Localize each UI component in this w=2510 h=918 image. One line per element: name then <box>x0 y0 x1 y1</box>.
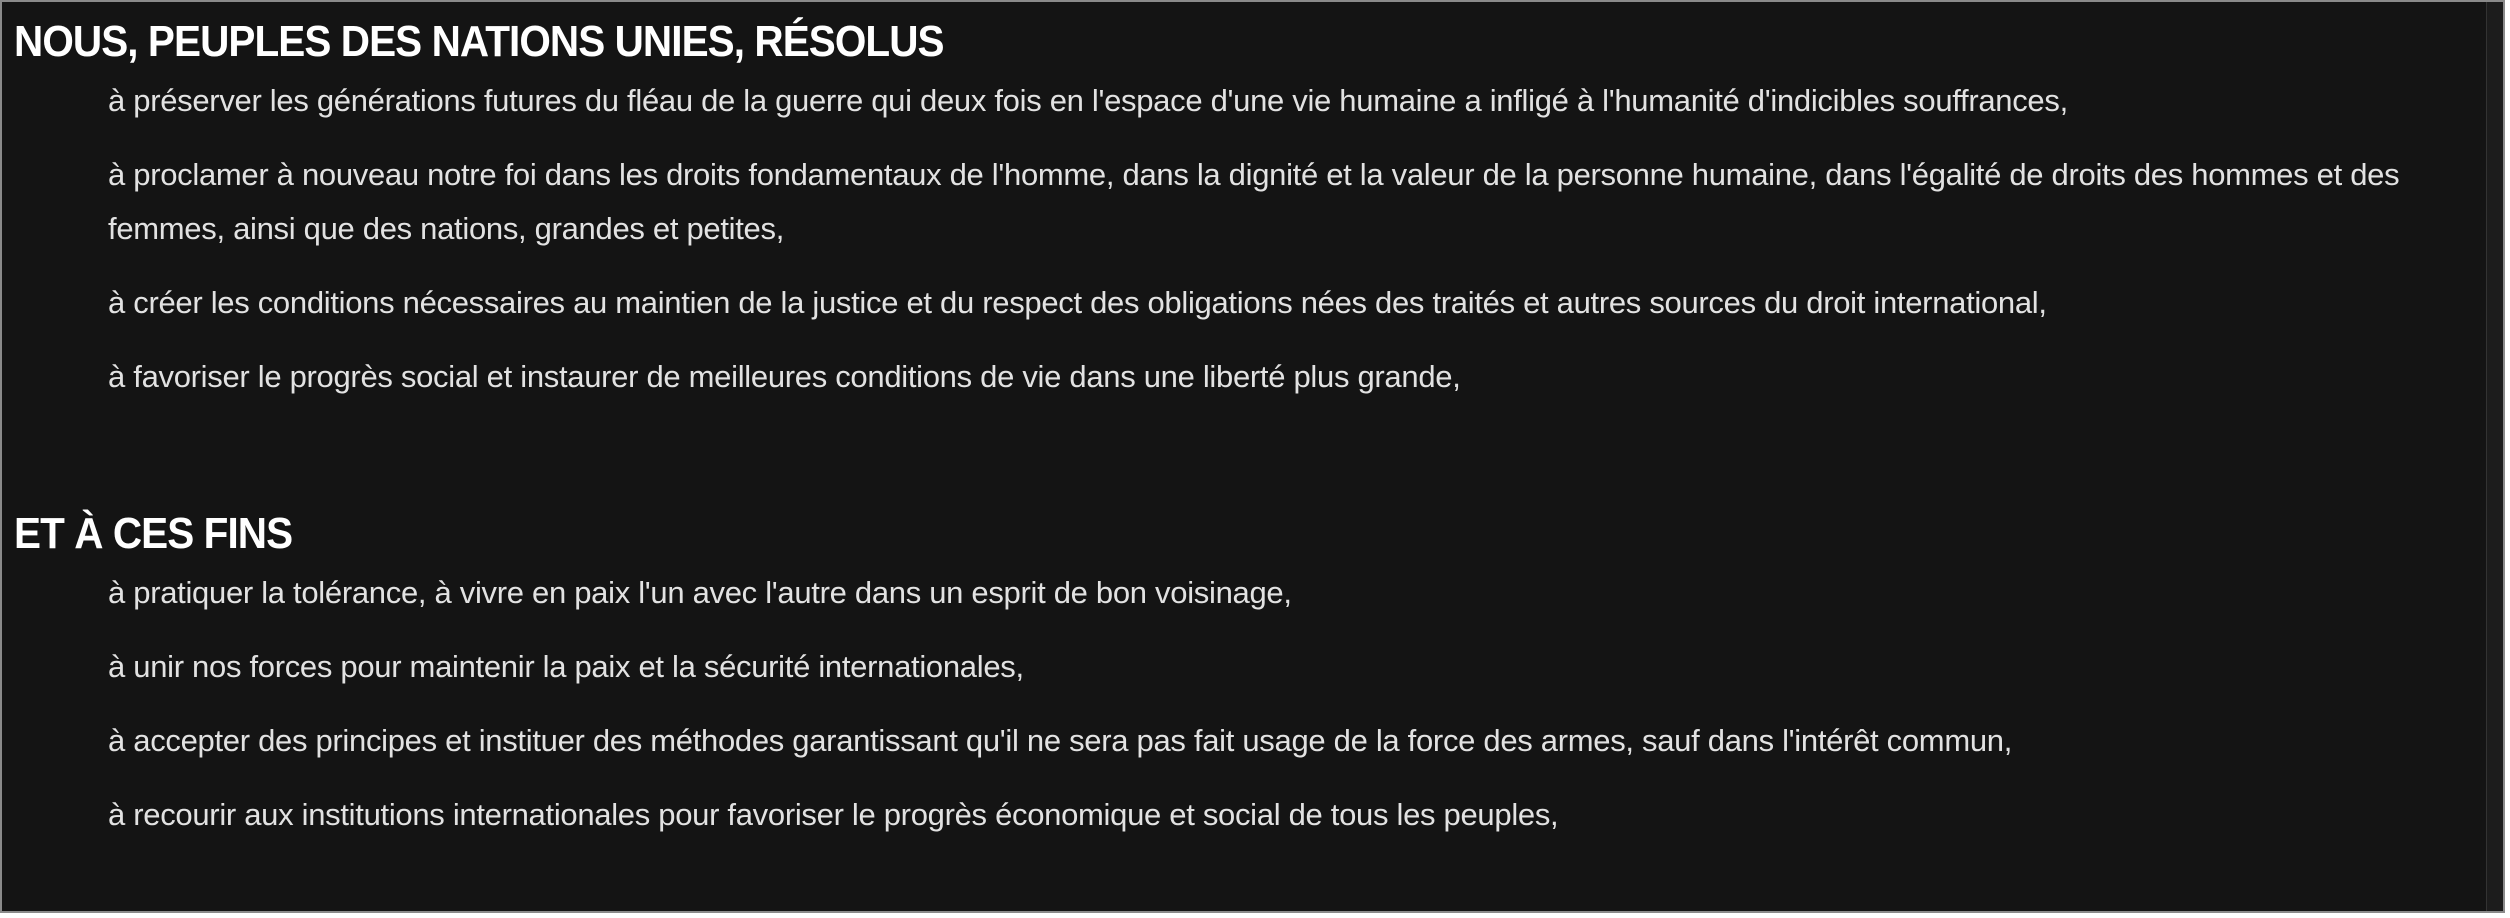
clause-item: à recourir aux institutions internationa… <box>108 797 1559 832</box>
clause-item: à préserver les générations futures du f… <box>108 83 2068 118</box>
section-heading: ET À CES FINS <box>14 509 293 558</box>
vertical-scrollbar[interactable] <box>2486 2 2503 911</box>
preamble-content: NOUS, PEUPLES DES NATIONS UNIES, RÉSOLUS… <box>14 10 2479 842</box>
document-viewer: NOUS, PEUPLES DES NATIONS UNIES, RÉSOLUS… <box>0 0 2505 913</box>
clause-item: à unir nos forces pour maintenir la paix… <box>108 649 1024 684</box>
clause-item: à accepter des principes et instituer de… <box>108 723 2013 758</box>
clause-list: à préserver les générations futures du f… <box>14 74 2479 404</box>
clause-item: à proclamer à nouveau notre foi dans les… <box>108 157 2400 246</box>
section-heading: NOUS, PEUPLES DES NATIONS UNIES, RÉSOLUS <box>14 17 945 66</box>
section-fins: ET À CES FINS à pratiquer la tolérance, … <box>14 502 2479 842</box>
clause-item: à pratiquer la tolérance, à vivre en pai… <box>108 575 1292 610</box>
section-resolus: NOUS, PEUPLES DES NATIONS UNIES, RÉSOLUS… <box>14 10 2479 404</box>
clause-list: à pratiquer la tolérance, à vivre en pai… <box>14 566 2479 842</box>
clause-item: à créer les conditions nécessaires au ma… <box>108 285 2047 320</box>
clause-item: à favoriser le progrès social et instaur… <box>108 359 1461 394</box>
